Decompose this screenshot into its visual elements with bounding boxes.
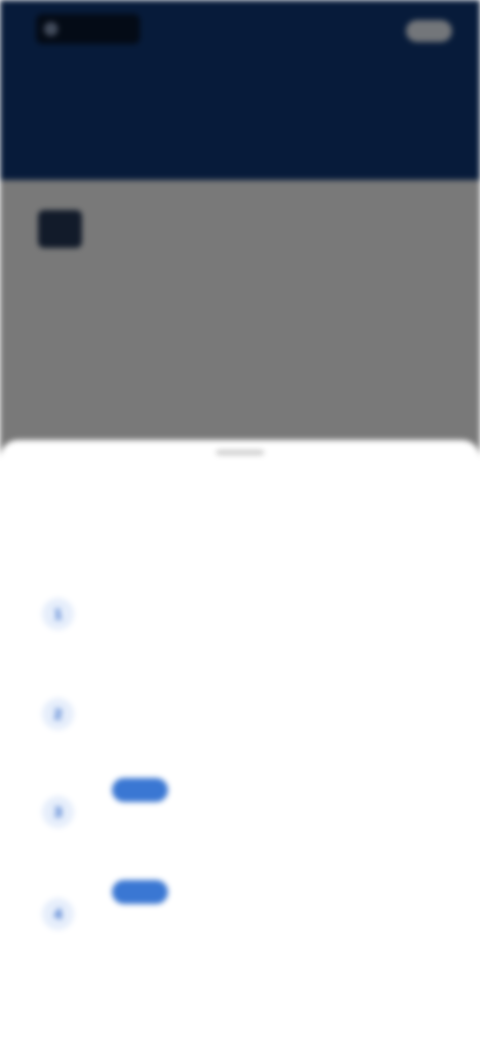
step-badge[interactable] (112, 880, 168, 904)
bottom-sheet: 1 2 3 4 (0, 440, 480, 1040)
step-icon: 2 (42, 698, 74, 730)
step-icon: 3 (42, 796, 74, 828)
step-title-row (104, 778, 176, 802)
step-icon: 1 (42, 598, 74, 630)
step-title-row (104, 880, 176, 904)
step-icon: 4 (42, 898, 74, 930)
sheet-drag-handle[interactable] (216, 450, 264, 455)
app-screen: 1 2 3 4 (0, 0, 480, 1040)
step-badge[interactable] (112, 778, 168, 802)
